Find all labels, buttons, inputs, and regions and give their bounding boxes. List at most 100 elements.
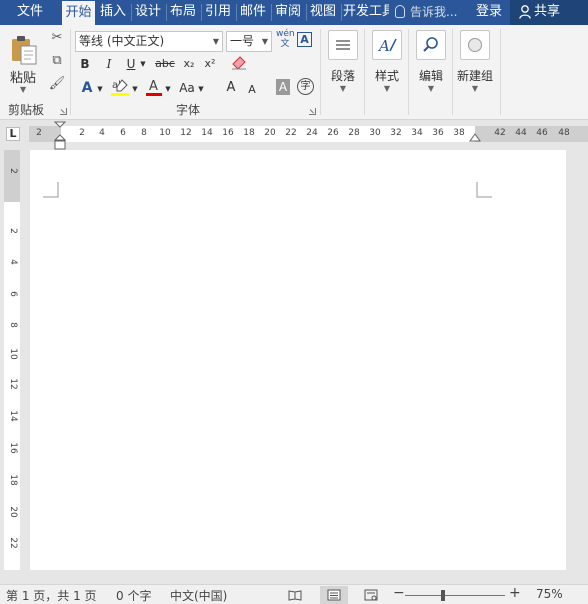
highlight-button[interactable]: ab bbox=[110, 77, 130, 96]
chevron-down-icon: ▼ bbox=[212, 37, 219, 46]
chevron-down-icon[interactable]: ▼ bbox=[131, 80, 139, 98]
chevron-down-icon: ▼ bbox=[471, 84, 479, 93]
subscript-button[interactable]: x₂ bbox=[180, 55, 198, 73]
tab-view[interactable]: 视图 bbox=[308, 0, 338, 25]
shrink-font-button[interactable]: A bbox=[246, 81, 258, 99]
read-mode-icon[interactable] bbox=[288, 589, 302, 601]
print-layout-icon[interactable] bbox=[327, 589, 341, 601]
ruler-number: 16 bbox=[8, 442, 18, 454]
web-layout-icon[interactable] bbox=[364, 589, 378, 601]
ruler-number: 18 bbox=[243, 128, 255, 138]
chevron-down-icon[interactable]: ▼ bbox=[164, 80, 172, 98]
ruler-number: 26 bbox=[327, 128, 339, 138]
ruler-number: 42 bbox=[494, 128, 506, 138]
chevron-down-icon[interactable]: ▼ bbox=[20, 85, 26, 94]
tab-file[interactable]: 文件 bbox=[0, 0, 60, 25]
zoom-out-button[interactable]: − bbox=[393, 585, 405, 601]
person-icon bbox=[519, 5, 531, 19]
document-page[interactable] bbox=[30, 150, 566, 570]
chevron-down-icon: ▼ bbox=[339, 84, 347, 93]
grow-font-button[interactable]: A bbox=[224, 79, 238, 97]
paste-icon bbox=[12, 36, 37, 65]
phonetic-guide-button[interactable]: wén 文 bbox=[276, 29, 295, 49]
right-indent-marker[interactable] bbox=[469, 133, 481, 143]
page-count[interactable]: 第 1 页，共 1 页 bbox=[6, 587, 97, 604]
tab-home[interactable]: 开始 bbox=[62, 0, 95, 25]
ruler-number: 2 bbox=[36, 128, 42, 138]
ruler-number: 2 bbox=[79, 128, 85, 138]
italic-button[interactable]: I bbox=[102, 55, 116, 73]
chevron-down-icon[interactable]: ▼ bbox=[197, 80, 205, 98]
indent-marker[interactable] bbox=[54, 121, 66, 151]
editing-button[interactable]: 编辑 ▼ bbox=[411, 30, 451, 93]
zoom-slider-thumb[interactable] bbox=[440, 590, 445, 601]
clipboard-launcher-icon[interactable] bbox=[60, 108, 67, 115]
strikethrough-button[interactable]: abc bbox=[154, 55, 176, 73]
language-indicator[interactable]: 中文(中国) bbox=[170, 587, 227, 604]
paragraph-icon bbox=[328, 30, 358, 60]
bold-button[interactable]: B bbox=[78, 55, 92, 73]
ruler-number: 32 bbox=[390, 128, 402, 138]
underline-button[interactable]: U bbox=[124, 55, 138, 73]
ruler-number: 14 bbox=[8, 410, 18, 422]
font-size-select[interactable]: 一号 ▼ bbox=[226, 31, 272, 52]
tab-layout[interactable]: 布局 bbox=[168, 0, 198, 25]
chevron-down-icon: ▼ bbox=[383, 84, 391, 93]
clear-formatting-icon[interactable] bbox=[230, 54, 248, 70]
paste-button[interactable]: 粘贴 bbox=[10, 67, 36, 86]
font-color-button[interactable]: A bbox=[145, 77, 163, 96]
ribbon-tab-bar: 文件 开始 插入 设计 布局 引用 邮件 审阅 视图 开发工具 告诉我... 登… bbox=[0, 0, 588, 25]
format-painter-icon[interactable]: 🖌 bbox=[48, 76, 66, 92]
char-shading-button[interactable]: A bbox=[276, 79, 290, 95]
chevron-down-icon[interactable]: ▼ bbox=[96, 80, 104, 98]
word-count[interactable]: 0 个字 bbox=[116, 587, 151, 604]
change-case-button[interactable]: Aa bbox=[177, 79, 197, 97]
right-margin-area bbox=[475, 126, 588, 142]
font-group-label: 字体 bbox=[176, 103, 201, 117]
tab-mailings[interactable]: 邮件 bbox=[238, 0, 268, 25]
vertical-scrollbar[interactable] bbox=[566, 150, 588, 570]
font-launcher-icon[interactable] bbox=[309, 108, 316, 115]
horizontal-ruler[interactable]: 2 2 4 6 8 10 12 14 16 18 20 22 24 26 28 … bbox=[29, 126, 588, 142]
ruler-number: 36 bbox=[432, 128, 444, 138]
styles-button[interactable]: A 样式 ▼ bbox=[367, 30, 407, 93]
ruler-number: 20 bbox=[264, 128, 276, 138]
ruler-number: 38 bbox=[453, 128, 465, 138]
ribbon-home: 粘贴 ▼ ✂ ⧉ 🖌 剪贴板 等线 (中文正文) ▼ 一号 ▼ wén 文 A B I… bbox=[0, 25, 588, 120]
tab-insert[interactable]: 插入 bbox=[98, 0, 128, 25]
font-name-select[interactable]: 等线 (中文正文) ▼ bbox=[75, 31, 223, 52]
tab-selector[interactable]: L bbox=[6, 127, 20, 141]
svg-text:A: A bbox=[149, 79, 158, 94]
chevron-down-icon: ▼ bbox=[261, 37, 268, 46]
vertical-ruler[interactable]: 2 2 4 6 8 10 12 14 16 18 20 22 bbox=[4, 150, 20, 570]
new-group-button[interactable]: 新建组 ▼ bbox=[455, 30, 495, 93]
tab-review[interactable]: 审阅 bbox=[273, 0, 303, 25]
copy-icon[interactable]: ⧉ bbox=[48, 53, 66, 69]
zoom-in-button[interactable]: + bbox=[509, 585, 521, 601]
ruler-number: 18 bbox=[8, 474, 18, 486]
ruler-number: 22 bbox=[8, 537, 18, 549]
enclose-characters-button[interactable]: 字 bbox=[297, 78, 314, 95]
ruler-number: 30 bbox=[369, 128, 381, 138]
superscript-button[interactable]: x² bbox=[201, 55, 219, 73]
ruler-number: 6 bbox=[8, 291, 18, 297]
cut-icon[interactable]: ✂ bbox=[48, 30, 66, 46]
chevron-down-icon[interactable]: ▼ bbox=[139, 55, 147, 73]
tab-references[interactable]: 引用 bbox=[203, 0, 233, 25]
share-button[interactable]: 共享 bbox=[510, 0, 588, 25]
login-button[interactable]: 登录 bbox=[470, 0, 508, 25]
tab-developer[interactable]: 开发工具 bbox=[343, 0, 389, 25]
char-border-button[interactable]: A bbox=[297, 32, 312, 47]
zoom-level[interactable]: 75% bbox=[536, 587, 563, 601]
ruler-number: 6 bbox=[120, 128, 126, 138]
margin-corner-mark bbox=[476, 182, 492, 198]
highlighter-icon: ab bbox=[111, 79, 129, 96]
circle-icon bbox=[460, 30, 490, 60]
tab-design[interactable]: 设计 bbox=[133, 0, 163, 25]
text-effects-button[interactable]: A bbox=[78, 79, 96, 97]
lightbulb-icon bbox=[395, 5, 405, 18]
svg-text:A: A bbox=[377, 37, 390, 55]
tell-me-search[interactable]: 告诉我... bbox=[395, 0, 457, 25]
zoom-slider[interactable] bbox=[405, 595, 505, 596]
paragraph-button[interactable]: 段落 ▼ bbox=[323, 30, 363, 93]
